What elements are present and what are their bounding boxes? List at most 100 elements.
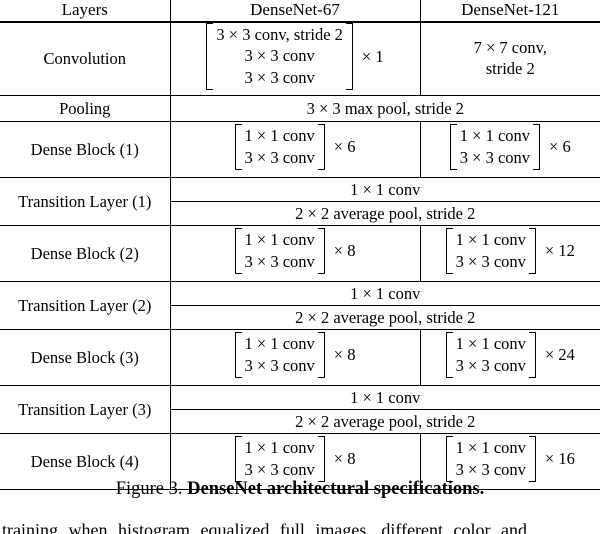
cell-line: stride 2 [485,58,535,78]
figure-caption-title: DenseNet architectural specifications. [187,479,485,499]
bracket-rows: 1 × 1 conv 3 × 3 conv [453,228,529,274]
cell-dense1-densenet67: 1 × 1 conv 3 × 3 conv × 6 [169,121,420,178]
cell-convolution-densenet121: 7 × 7 conv, stride 2 [419,22,600,96]
bracket-left-icon [206,23,214,91]
bracket-line: 3 × 3 conv [244,251,315,271]
bracket-line: 3 × 3 conv [455,459,526,479]
bracket-line: 3 × 3 conv, stride 2 [216,25,343,45]
repeat-multiplier: × 12 [544,241,575,261]
math-bracket: 1 × 1 conv 3 × 3 conv [449,124,541,171]
bracket-expression: 1 × 1 conv 3 × 3 conv × 6 [234,124,356,171]
repeat-multiplier: × 8 [333,241,356,261]
bracket-line: 1 × 1 conv [459,126,531,146]
bracket-line: 3 × 3 conv [244,459,315,479]
cell-dense3-densenet121: 1 × 1 conv 3 × 3 conv × 24 [419,329,600,386]
bracket-expression: 1 × 1 conv 3 × 3 conv × 12 [445,228,575,275]
math-bracket: 1 × 1 conv 3 × 3 conv [445,436,536,483]
bracket-line: 1 × 1 conv [244,230,315,250]
cell-transition2-conv: 1 × 1 conv [169,281,600,306]
cell-transition3-pool: 2 × 2 average pool, stride 2 [169,409,600,434]
bracket-left-icon [234,436,242,483]
bracket-right-icon [528,332,536,379]
bracket-rows: 3 × 3 conv, stride 2 3 × 3 conv 3 × 3 co… [213,23,345,90]
math-bracket: 3 × 3 conv, stride 2 3 × 3 conv 3 × 3 co… [206,23,353,91]
table-row-dense-block-2: Dense Block (2) 1 × 1 conv 3 × 3 conv × … [0,225,600,282]
table-row-dense-block-1: Dense Block (1) 1 × 1 conv 3 × 3 conv × … [0,121,600,178]
bracket-line: 3 × 3 conv [459,147,531,167]
table-row-convolution: Convolution 3 × 3 conv, stride 2 3 × 3 c… [0,22,600,96]
table-row-transition-3a: Transition Layer (3) 1 × 1 conv [0,385,600,434]
row-label-dense-block-2: Dense Block (2) [30,243,139,263]
math-bracket: 1 × 1 conv 3 × 3 conv [445,228,536,275]
bracket-right-icon [317,332,325,379]
cell-transition2-pool: 2 × 2 average pool, stride 2 [169,305,600,330]
bracket-right-icon [317,124,325,171]
bracket-line: 3 × 3 conv [455,251,526,271]
bracket-expression: 1 × 1 conv 3 × 3 conv × 6 [449,124,571,171]
bracket-line: 3 × 3 conv [244,147,315,167]
row-label-transition-2: Transition Layer (2) [0,281,170,330]
figure-page: Layers DenseNet-67 DenseNet-121 Convolut… [0,0,600,534]
cell-transition1-pool: 2 × 2 average pool, stride 2 [169,201,600,226]
math-bracket: 1 × 1 conv 3 × 3 conv [234,332,325,379]
bracket-rows: 1 × 1 conv 3 × 3 conv [453,436,529,482]
bracket-expression: 1 × 1 conv 3 × 3 conv × 24 [445,332,575,379]
bracket-line: 3 × 3 conv [244,46,315,66]
bracket-rows: 1 × 1 conv 3 × 3 conv [453,332,529,378]
row-label-dense-block-1: Dense Block (1) [30,139,139,159]
bracket-expression: 1 × 1 conv 3 × 3 conv × 8 [234,332,356,379]
math-bracket: 1 × 1 conv 3 × 3 conv [234,124,325,171]
cell-dense2-densenet121: 1 × 1 conv 3 × 3 conv × 12 [419,225,600,282]
row-label-dense-block-3: Dense Block (3) [30,347,139,367]
bracket-line: 1 × 1 conv [244,334,315,354]
table-row-pooling: Pooling 3 × 3 max pool, stride 2 [0,95,600,122]
bracket-line: 1 × 1 conv [455,334,526,354]
densenet-spec-table: Layers DenseNet-67 DenseNet-121 Convolut… [0,0,600,490]
bracket-left-icon [234,332,242,379]
cell-dense1-densenet121: 1 × 1 conv 3 × 3 conv × 6 [419,121,600,178]
bracket-expression: 1 × 1 conv 3 × 3 conv × 8 [234,228,356,275]
bracket-expression: 3 × 3 conv, stride 2 3 × 3 conv 3 × 3 co… [206,23,384,91]
bracket-left-icon [445,332,453,379]
bracket-line: 3 × 3 conv [244,355,315,375]
repeat-multiplier: × 16 [544,449,575,469]
bracket-line: 1 × 1 conv [244,126,315,146]
math-bracket: 1 × 1 conv 3 × 3 conv [234,228,325,275]
bracket-right-icon [528,436,536,483]
repeat-multiplier: × 6 [549,137,571,157]
bracket-line: 1 × 1 conv [244,438,315,458]
cell-dense2-densenet67: 1 × 1 conv 3 × 3 conv × 8 [169,225,420,282]
bracket-right-icon [533,124,541,171]
cell-transition1-conv: 1 × 1 conv [169,177,600,202]
figure-number: Figure 3. [115,479,183,499]
cell-transition3-conv: 1 × 1 conv [169,385,600,410]
bracket-line: 3 × 3 conv [455,355,526,375]
table-row-dense-block-3: Dense Block (3) 1 × 1 conv 3 × 3 conv × … [0,329,600,386]
bracket-right-icon [345,23,353,91]
row-label-pooling: Pooling [59,98,111,118]
repeat-multiplier: × 8 [333,345,356,365]
cell-dense3-densenet67: 1 × 1 conv 3 × 3 conv × 8 [169,329,420,386]
bracket-left-icon [234,124,242,171]
repeat-multiplier: × 24 [544,345,575,365]
bracket-rows: 1 × 1 conv 3 × 3 conv [457,124,533,170]
bracket-expression: 1 × 1 conv 3 × 3 conv × 8 [234,436,356,483]
bracket-line: 1 × 1 conv [455,230,526,250]
bracket-rows: 1 × 1 conv 3 × 3 conv [242,228,318,274]
bracket-left-icon [234,228,242,275]
row-label-transition-3: Transition Layer (3) [0,385,170,434]
cropped-body-text: training when histogram equalized full i… [0,520,600,534]
header-layers: Layers [61,0,108,19]
bracket-right-icon [528,228,536,275]
repeat-multiplier: × 6 [333,137,356,157]
cell-convolution-densenet67: 3 × 3 conv, stride 2 3 × 3 conv 3 × 3 co… [169,22,420,96]
row-label-transition-1: Transition Layer (1) [0,177,170,226]
figure-caption: Figure 3. DenseNet architectural specifi… [0,478,600,501]
bracket-rows: 1 × 1 conv 3 × 3 conv [242,436,318,482]
repeat-multiplier: × 8 [333,449,356,469]
cell-line: 7 × 7 conv, [473,38,547,58]
bracket-rows: 1 × 1 conv 3 × 3 conv [242,124,318,170]
bracket-left-icon [445,436,453,483]
bracket-rows: 1 × 1 conv 3 × 3 conv [242,332,318,378]
bracket-right-icon [317,436,325,483]
